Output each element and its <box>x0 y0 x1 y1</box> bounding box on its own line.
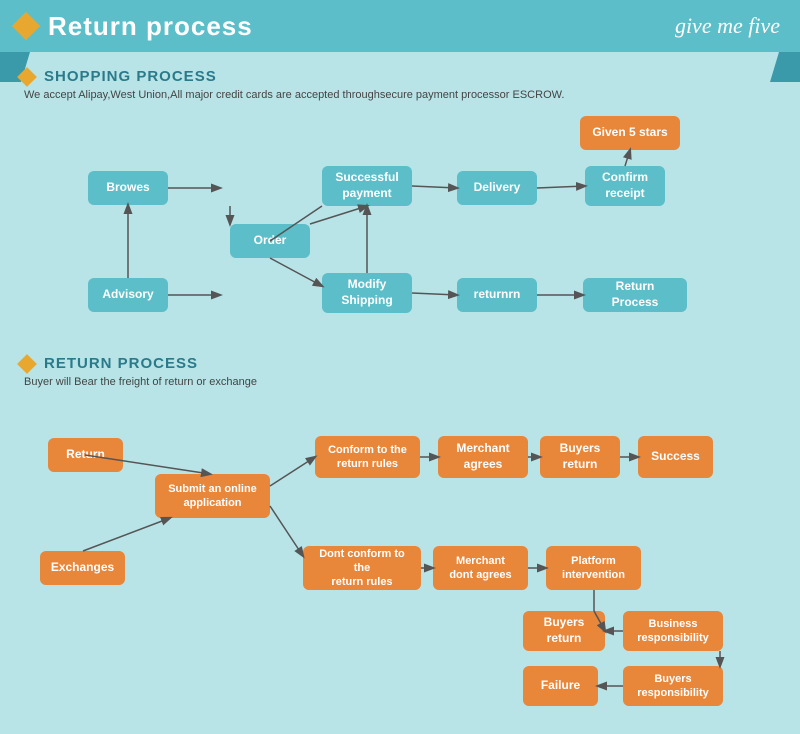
box-business-responsibility: Businessresponsibility <box>623 611 723 651</box>
shopping-section-header: SHOPPING PROCESS <box>20 68 780 85</box>
box-failure: Failure <box>523 666 598 706</box>
box-return-process: Return Process <box>583 278 687 312</box>
return-title: RETURN PROCESS <box>44 355 198 372</box>
box-buyers-return1: Buyersreturn <box>540 436 620 478</box>
return-desc: Buyer will Bear the freight of return or… <box>24 376 780 388</box>
return-section-header: RETURN PROCESS <box>20 355 780 372</box>
box-confirm-receipt: Confirmreceipt <box>585 166 665 206</box>
box-dont-conform: Dont conform to thereturn rules <box>303 546 421 590</box>
shopping-title: SHOPPING PROCESS <box>44 68 217 85</box>
shopping-desc: We accept Alipay,West Union,All major cr… <box>24 89 780 101</box>
box-submit-online: Submit an onlineapplication <box>155 474 270 518</box>
box-returnrn: returnrn <box>457 278 537 312</box>
header-title: Return process <box>48 11 253 42</box>
header-logo: give me five <box>675 13 780 39</box>
return-flow: Return Submit an onlineapplication Excha… <box>20 398 780 718</box>
box-advisory: Advisory <box>88 278 168 312</box>
box-merchant-agrees: Merchantagrees <box>438 436 528 478</box>
header: Return process give me five <box>0 0 800 52</box>
shopping-flow: Browes Successfulpayment Delivery Confir… <box>20 111 780 351</box>
box-merchant-dont: Merchantdont agrees <box>433 546 528 590</box>
shopping-diamond <box>17 67 37 87</box>
box-delivery: Delivery <box>457 171 537 205</box>
box-conform-rules: Conform to thereturn rules <box>315 436 420 478</box>
box-buyers-return2: Buyersreturn <box>523 611 605 651</box>
box-browes: Browes <box>88 171 168 205</box>
box-order: Order <box>230 224 310 258</box>
box-given-5-stars: Given 5 stars <box>580 116 680 150</box>
return-diamond <box>17 354 37 374</box>
box-modify-shipping: ModifyShipping <box>322 273 412 313</box>
box-success: Success <box>638 436 713 478</box>
box-successful-payment: Successfulpayment <box>322 166 412 206</box>
header-diamond <box>12 12 40 40</box>
box-return: Return <box>48 438 123 472</box>
box-platform-intervention: Platformintervention <box>546 546 641 590</box>
box-exchanges: Exchanges <box>40 551 125 585</box>
box-buyers-responsibility: Buyersresponsibility <box>623 666 723 706</box>
